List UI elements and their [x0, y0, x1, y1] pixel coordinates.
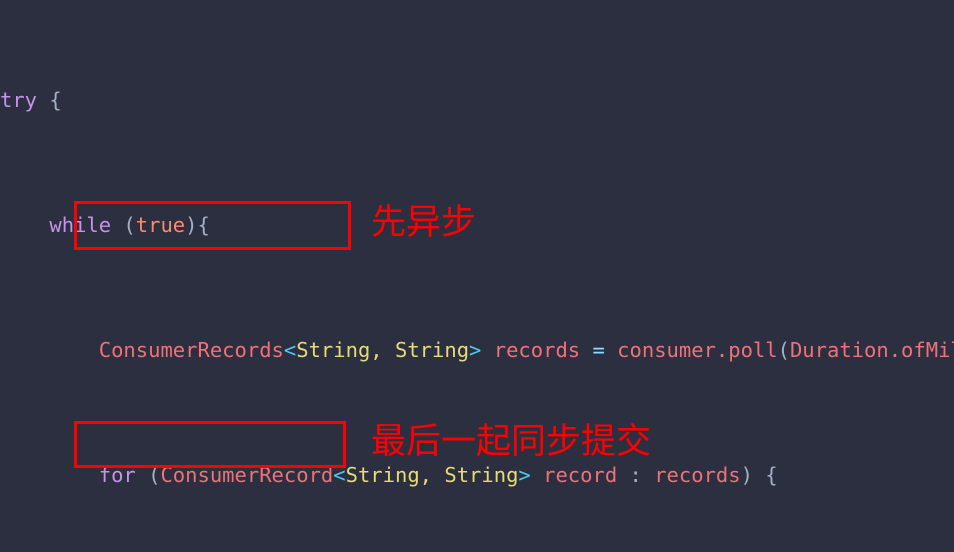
- var-records-ref: records: [654, 463, 741, 488]
- angle-close: >: [518, 463, 531, 488]
- generic-string-1: String: [345, 463, 420, 488]
- colon: :: [617, 463, 655, 488]
- generic-string-1: String: [296, 338, 371, 363]
- call-duration: Duration.ofMillis: [789, 338, 954, 363]
- var-records-name: records: [493, 338, 581, 363]
- var-record: record: [543, 463, 618, 488]
- code-line-try-open: try {: [0, 85, 954, 116]
- generic-string-2: String: [394, 338, 470, 363]
- angle-open: <: [333, 463, 346, 488]
- paren-open-2: (: [777, 338, 790, 363]
- paren-open: (: [111, 213, 136, 238]
- type-consumer-record: ConsumerRecord: [160, 463, 334, 488]
- keyword-for: for: [98, 463, 136, 488]
- annotation-async-first: 先异步: [371, 203, 477, 243]
- paren-close-brace: ) {: [740, 463, 778, 488]
- paren-close-brace: ){: [185, 213, 210, 238]
- paren-open: (: [135, 463, 161, 488]
- type-consumer-records: ConsumerRecords: [98, 338, 284, 363]
- keyword-try: try: [0, 87, 38, 112]
- brace-open: {: [37, 87, 62, 112]
- code-screenshot: try { while (true){ ConsumerRecords<Stri…: [0, 0, 954, 552]
- generic-comma: ,: [419, 463, 445, 488]
- generic-string-2: String: [444, 463, 519, 488]
- var-records: [481, 338, 493, 362]
- angle-open: <: [283, 338, 297, 363]
- code-line-while-true: while (true){: [0, 210, 954, 241]
- code-line-for-each: for (ConsumerRecord<String, String> reco…: [0, 460, 954, 491]
- code-line-poll: ConsumerRecords<String, String> records …: [0, 335, 954, 366]
- literal-true: true: [135, 213, 186, 238]
- keyword-while: while: [49, 213, 112, 238]
- operator-assign: =: [580, 338, 618, 363]
- angle-close: >: [469, 338, 482, 363]
- call-poll: consumer.poll: [617, 338, 778, 363]
- annotation-sync-last: 最后一起同步提交: [371, 422, 652, 462]
- code-block: try { while (true){ ConsumerRecords<Stri…: [0, 0, 954, 552]
- generic-comma: ,: [370, 338, 395, 363]
